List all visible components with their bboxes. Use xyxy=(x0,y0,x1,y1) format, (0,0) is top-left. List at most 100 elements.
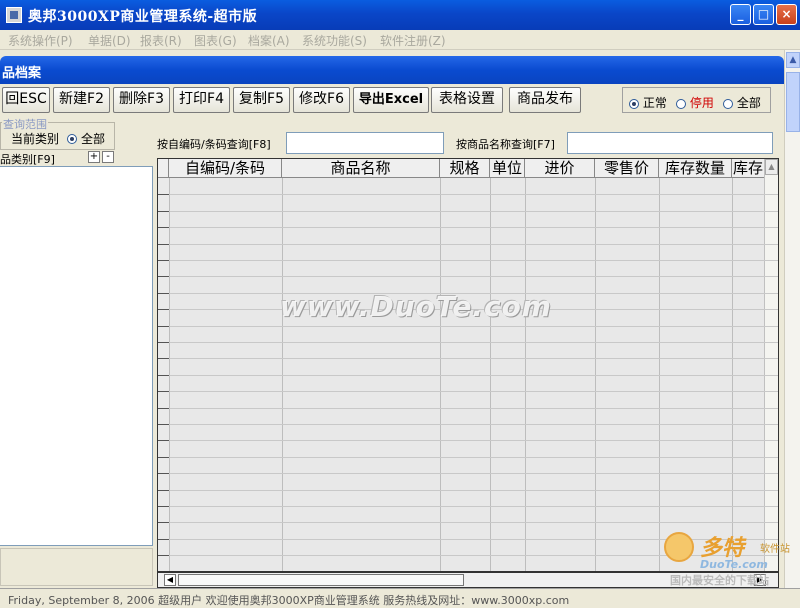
grid-row-line xyxy=(158,194,778,195)
close-button[interactable]: × xyxy=(776,4,797,25)
search-name-label: 按商品名称查询[F7] xyxy=(456,138,555,151)
grid-row-line xyxy=(158,408,778,409)
logo-small-text: 软件站 xyxy=(760,544,790,555)
col-code[interactable]: 自编码/条码 xyxy=(169,159,282,178)
product-publish-button[interactable]: 商品发布 xyxy=(509,87,581,113)
duote-logo: 多特 软件站 DuoTe.com 国内最安全的下载站 xyxy=(664,530,796,587)
row-header-line xyxy=(158,522,169,523)
grid-row-line xyxy=(158,506,778,507)
main-vertical-scrollbar[interactable]: ▲ xyxy=(784,50,800,608)
grid-row-line xyxy=(158,244,778,245)
row-header-line xyxy=(158,244,169,245)
radio-normal-label: 正常 xyxy=(642,96,667,110)
col-cost[interactable]: 进价 xyxy=(525,159,595,178)
radio-disabled-icon[interactable] xyxy=(676,98,686,109)
grid-header: 自编码/条码 商品名称 规格 单位 进价 零售价 库存数量 库存 xyxy=(158,159,778,178)
scroll-left-icon[interactable]: ◀ xyxy=(164,574,176,586)
delete-button[interactable]: 删除F3 xyxy=(113,87,170,113)
maximize-button[interactable]: □ xyxy=(753,4,774,25)
radio-all-icon[interactable] xyxy=(723,98,733,109)
row-header-line xyxy=(158,293,169,294)
menu-bar: 系统操作(P) 单据(D) 报表(R) 图表(G) 档案(A) 系统功能(S) … xyxy=(0,30,800,50)
row-header-line xyxy=(158,539,169,540)
grid-scroll-up-icon[interactable]: ▲ xyxy=(765,159,778,175)
row-header-line xyxy=(158,375,169,376)
col-stock-qty[interactable]: 库存数量 xyxy=(659,159,732,178)
copy-button[interactable]: 复制F5 xyxy=(233,87,290,113)
row-header-line xyxy=(158,506,169,507)
grid-row-line xyxy=(158,326,778,327)
row-header-line xyxy=(158,326,169,327)
row-header-line xyxy=(158,490,169,491)
app-icon[interactable] xyxy=(6,7,22,23)
row-header-line xyxy=(158,473,169,474)
menu-reports[interactable]: 报表(R) xyxy=(140,32,182,49)
minimize-button[interactable]: _ xyxy=(730,4,751,25)
menu-register[interactable]: 软件注册(Z) xyxy=(380,32,446,49)
radio-disabled[interactable]: 停用 xyxy=(676,94,714,111)
query-scope-legend: 查询范围 xyxy=(2,116,48,132)
radio-all[interactable]: 全部 xyxy=(723,94,761,111)
radio-normal[interactable]: 正常 xyxy=(629,94,667,111)
row-header-line xyxy=(158,342,169,343)
scroll-up-icon[interactable]: ▲ xyxy=(786,52,800,68)
col-retail[interactable]: 零售价 xyxy=(595,159,659,178)
search-code-label: 按自编码/条码查询[F8] xyxy=(157,138,271,151)
grid-row-line xyxy=(158,522,778,523)
row-header-line xyxy=(158,194,169,195)
scope-all-label[interactable]: 全部 xyxy=(81,130,105,147)
app-title-bar: 奥邦3000XP商业管理系统-超市版 _ □ × xyxy=(0,0,800,30)
scope-all-radio[interactable] xyxy=(67,131,77,145)
back-button[interactable]: 回ESC xyxy=(2,87,50,113)
category-tree[interactable] xyxy=(0,166,153,546)
grid-row-line xyxy=(158,358,778,359)
radio-normal-icon[interactable] xyxy=(629,98,639,109)
grid-row-line xyxy=(158,424,778,425)
modify-button[interactable]: 修改F6 xyxy=(293,87,350,113)
logo-slogan-text: 国内最安全的下载站 xyxy=(670,574,769,587)
scope-all-radio-icon[interactable] xyxy=(67,133,77,144)
row-header-line xyxy=(158,408,169,409)
grid-row-line xyxy=(158,473,778,474)
col-name[interactable]: 商品名称 xyxy=(282,159,440,178)
row-header-line xyxy=(158,391,169,392)
grid-row-line xyxy=(158,227,778,228)
expand-button[interactable]: + xyxy=(88,151,100,163)
menu-charts[interactable]: 图表(G) xyxy=(194,32,237,49)
row-header-corner xyxy=(158,159,169,178)
app-title: 奥邦3000XP商业管理系统-超市版 xyxy=(28,9,258,25)
category-tree-label: 品类别[F9] xyxy=(0,153,55,166)
print-button[interactable]: 打印F4 xyxy=(173,87,230,113)
grid-row-line xyxy=(158,490,778,491)
radio-all-label: 全部 xyxy=(736,96,761,110)
status-bar-text: Friday, September 8, 2006 超级用户 欢迎使用奥邦300… xyxy=(8,594,570,607)
grid-row-line xyxy=(158,276,778,277)
collapse-button[interactable]: - xyxy=(102,151,114,163)
export-excel-button[interactable]: 导出Excel xyxy=(353,87,429,113)
grid-row-line xyxy=(158,342,778,343)
menu-archive[interactable]: 档案(A) xyxy=(248,32,290,49)
menu-system-ops[interactable]: 系统操作(P) xyxy=(8,32,73,49)
grid-row-line xyxy=(158,211,778,212)
scope-current-label[interactable]: 当前类别 xyxy=(11,130,59,147)
search-code-input[interactable] xyxy=(286,132,444,154)
menu-system-functions[interactable]: 系统功能(S) xyxy=(302,32,367,49)
col-stock[interactable]: 库存 xyxy=(732,159,764,178)
menu-documents[interactable]: 单据(D) xyxy=(88,32,131,49)
scroll-thumb[interactable] xyxy=(786,72,800,132)
grid-row-line xyxy=(158,375,778,376)
table-settings-button[interactable]: 表格设置 xyxy=(431,87,503,113)
mascot-icon xyxy=(664,532,694,562)
col-unit[interactable]: 单位 xyxy=(490,159,525,178)
new-button[interactable]: 新建F2 xyxy=(53,87,110,113)
row-header-line xyxy=(158,555,169,556)
search-name-input[interactable] xyxy=(567,132,773,154)
left-bottom-panel xyxy=(0,548,153,586)
product-grid[interactable]: 自编码/条码 商品名称 规格 单位 进价 零售价 库存数量 库存 ▲ xyxy=(157,158,779,572)
row-header-line xyxy=(158,211,169,212)
hscroll-thumb[interactable] xyxy=(178,574,464,586)
row-header-line xyxy=(158,276,169,277)
col-spec[interactable]: 规格 xyxy=(440,159,490,178)
grid-row-line xyxy=(158,457,778,458)
grid-vertical-scrollbar[interactable]: ▲ xyxy=(764,159,778,571)
